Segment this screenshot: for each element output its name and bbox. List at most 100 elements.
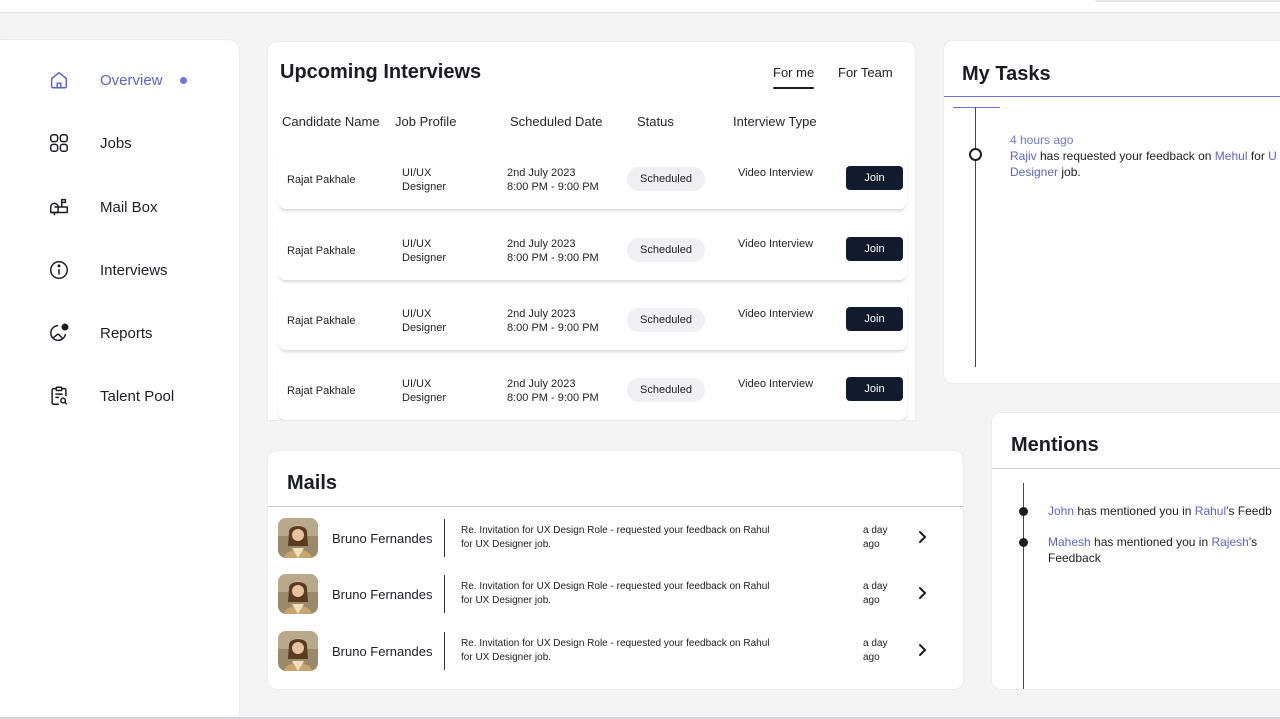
chevron-right-icon[interactable] (916, 585, 930, 601)
upcoming-interviews-panel: Upcoming Interviews For me For Team Cand… (267, 41, 916, 421)
sidebar-item-talent-pool[interactable]: Talent Pool (47, 384, 174, 408)
task-text-part: has requested your feedback on (1036, 149, 1215, 163)
task-text-part: job. (1058, 165, 1081, 179)
job-profile-line1: UI/UX (402, 308, 432, 320)
scheduled-date: 2nd July 2023 (507, 378, 576, 390)
table-row[interactable]: Rajat Pakhale UI/UX Designer 2nd July 20… (278, 220, 907, 280)
mail-sender: Bruno Fernandes (332, 587, 433, 602)
timeline-line (975, 107, 976, 367)
column-header-interview-type[interactable]: Interview Type (733, 114, 817, 129)
mention-text-part: 's Feedb (1226, 504, 1272, 518)
divider (944, 96, 1280, 97)
panel-title: My Tasks (962, 63, 1051, 85)
mail-item[interactable]: Bruno Fernandes Re. Invitation for UX De… (278, 517, 958, 559)
panel-title: Mentions (1011, 434, 1099, 456)
owner-link[interactable]: Rajesh (1211, 535, 1248, 549)
job-link-cont[interactable]: Designer (1010, 165, 1058, 179)
mention-text-part: 's (1248, 535, 1258, 549)
panel-title: Upcoming Interviews (280, 61, 482, 83)
sidebar-item-label: Reports (100, 324, 153, 342)
scheduled-time: 8:00 PM - 9:00 PM (507, 392, 599, 404)
interview-type: Video Interview (738, 378, 814, 390)
divider (992, 468, 1280, 469)
join-button[interactable]: Join (846, 377, 903, 401)
candidate-link[interactable]: Mehul (1215, 149, 1248, 163)
sidebar-item-label: Talent Pool (100, 387, 175, 405)
sidebar: Overview Jobs Mail Box Interviews Report… (0, 39, 240, 719)
timeline-cap (953, 107, 1000, 108)
status-badge: Scheduled (627, 167, 705, 191)
join-button[interactable]: Join (846, 237, 903, 261)
timeline-node (1019, 507, 1028, 516)
sidebar-item-label: Jobs (100, 134, 132, 152)
column-header-job-profile[interactable]: Job Profile (395, 114, 456, 129)
table-row[interactable]: Rajat Pakhale UI/UX Designer 2nd July 20… (278, 290, 907, 350)
sidebar-item-jobs[interactable]: Jobs (47, 131, 132, 155)
column-header-scheduled-date[interactable]: Scheduled Date (510, 114, 603, 129)
job-profile-line2: Designer (402, 252, 447, 264)
active-indicator-dot (179, 76, 187, 84)
search-bar-edge[interactable] (1095, 0, 1280, 2)
sidebar-item-label: Interviews (100, 261, 168, 279)
column-header-status[interactable]: Status (637, 114, 674, 129)
task-text: Rajiv has requested your feedback on Meh… (1010, 148, 1280, 180)
chevron-right-icon[interactable] (916, 642, 930, 658)
chevron-right-icon[interactable] (916, 529, 930, 545)
job-link[interactable]: U (1268, 149, 1277, 163)
mail-time: a day ago (863, 581, 888, 606)
mailbox-icon (47, 195, 71, 219)
user-link[interactable]: Mahesh (1048, 535, 1091, 549)
mail-item[interactable]: Bruno Fernandes Re. Invitation for UX De… (278, 573, 958, 615)
status-badge: Scheduled (627, 308, 705, 332)
panel-title: Mails (287, 472, 338, 494)
scheduled-date: 2nd July 2023 (507, 167, 576, 179)
mention-text-part: Feedback (1048, 551, 1101, 565)
mention-item[interactable]: Mahesh has mentioned you in Rajesh's Feed… (1048, 534, 1257, 566)
task-timestamp: 4 hours ago (1010, 133, 1074, 147)
tab-for-team[interactable]: For Team (838, 65, 893, 80)
scheduled-time: 8:00 PM - 9:00 PM (507, 181, 599, 193)
mail-sender: Bruno Fernandes (332, 644, 433, 659)
job-profile-line2: Designer (402, 392, 447, 404)
owner-link[interactable]: Rahul (1195, 504, 1226, 518)
timeline-node (969, 148, 982, 161)
status-badge: Scheduled (627, 238, 705, 262)
mail-subject: Re. Invitation for UX Design Role - requ… (461, 638, 770, 663)
table-row[interactable]: Rajat Pakhale UI/UX Designer 2nd July 20… (278, 360, 907, 420)
mails-panel: Mails Bruno Fernandes Re. Invitation for… (267, 450, 964, 690)
job-profile-line1: UI/UX (402, 238, 432, 250)
join-button[interactable]: Join (846, 166, 903, 190)
mention-text-part: has mentioned you in (1090, 535, 1212, 549)
sidebar-item-label: Mail Box (100, 198, 158, 216)
sidebar-item-label: Overview (100, 71, 163, 89)
mail-subject: Re. Invitation for UX Design Role - requ… (461, 525, 770, 550)
mail-item[interactable]: Bruno Fernandes Re. Invitation for UX De… (278, 630, 958, 672)
mention-item[interactable]: John has mentioned you in Rahul's Feedb (1048, 503, 1272, 519)
candidate-name: Rajat Pakhale (287, 174, 356, 186)
sidebar-item-interviews[interactable]: Interviews (47, 258, 168, 282)
job-profile-line2: Designer (402, 322, 447, 334)
timeline-node (1019, 538, 1028, 547)
sidebar-item-overview[interactable]: Overview (47, 68, 187, 92)
actor-link[interactable]: Rajiv (1010, 149, 1037, 163)
reports-icon (47, 321, 71, 345)
status-badge: Scheduled (627, 378, 705, 402)
join-button[interactable]: Join (846, 307, 903, 331)
sidebar-item-reports[interactable]: Reports (47, 321, 153, 345)
home-icon (47, 68, 71, 92)
interview-type: Video Interview (738, 308, 814, 320)
separator (444, 632, 445, 670)
tab-for-me[interactable]: For me (773, 65, 815, 89)
interview-type: Video Interview (738, 238, 814, 250)
table-row[interactable]: Rajat Pakhale UI/UX Designer 2nd July 20… (278, 149, 907, 209)
separator (444, 519, 445, 557)
avatar (278, 574, 318, 614)
user-link[interactable]: John (1048, 504, 1074, 518)
sidebar-item-mail-box[interactable]: Mail Box (47, 195, 158, 219)
candidate-name: Rajat Pakhale (287, 245, 356, 257)
candidate-name: Rajat Pakhale (287, 385, 356, 397)
column-header-candidate-name[interactable]: Candidate Name (282, 114, 380, 129)
mail-time: a day ago (863, 638, 888, 663)
mail-subject: Re. Invitation for UX Design Role - requ… (461, 581, 770, 606)
info-icon (47, 258, 71, 282)
